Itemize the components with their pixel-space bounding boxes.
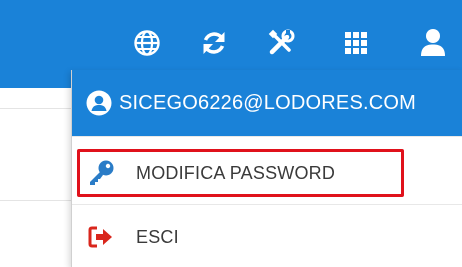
logout-label: ESCI	[136, 226, 179, 247]
refresh-icon[interactable]	[197, 26, 231, 60]
user-email: SICEGO6226@LODORES.COM	[119, 91, 417, 114]
highlight-box	[77, 149, 404, 197]
user-dropdown-menu: SICEGO6226@LODORES.COM MODIFICA PASSWORD	[71, 70, 462, 267]
divider	[0, 200, 72, 201]
logout-menu-item[interactable]: ESCI	[72, 214, 462, 260]
divider	[0, 108, 72, 109]
globe-icon[interactable]	[130, 26, 164, 60]
divider	[72, 204, 462, 205]
apps-grid-icon[interactable]	[339, 26, 373, 60]
app-window: SICEGO6226@LODORES.COM MODIFICA PASSWORD	[0, 0, 462, 267]
page-background	[0, 88, 72, 267]
tools-icon[interactable]	[264, 26, 298, 60]
user-menu-header: SICEGO6226@LODORES.COM	[72, 70, 462, 136]
logout-icon	[84, 222, 118, 252]
divider	[72, 136, 462, 137]
user-icon[interactable]	[416, 26, 450, 60]
user-circle-icon	[86, 90, 112, 116]
